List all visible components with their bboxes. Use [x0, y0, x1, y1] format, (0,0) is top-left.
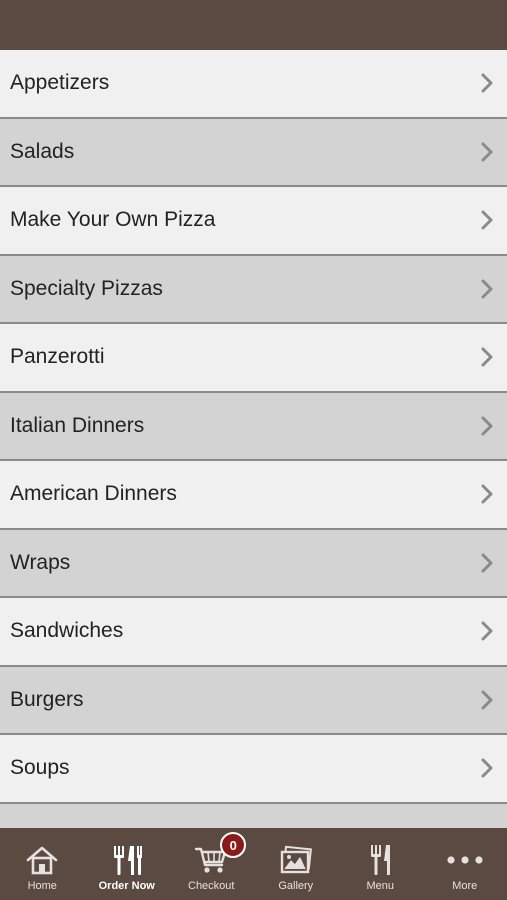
chevron-right-icon	[481, 484, 493, 504]
tab-label: Checkout	[188, 880, 235, 892]
menu-item-partial[interactable]	[0, 803, 507, 828]
menu-item-wraps[interactable]: Wraps	[0, 529, 507, 598]
menu-item-sandwiches[interactable]: Sandwiches	[0, 598, 507, 667]
utensils-icon	[107, 842, 147, 878]
menu-item-label: Italian Dinners	[10, 413, 145, 437]
menu-item-appetizers[interactable]: Appetizers	[0, 50, 507, 119]
cart-count-badge: 0	[220, 832, 247, 858]
menu-item-make-your-own-pizza[interactable]: Make Your Own Pizza	[0, 187, 507, 256]
tab-label: Gallery	[278, 880, 314, 892]
menu-item-label: Make Your Own Pizza	[10, 208, 216, 232]
chevron-right-icon	[481, 347, 493, 367]
chevron-right-icon	[481, 416, 493, 436]
menu-item-italian-dinners[interactable]: Italian Dinners	[0, 392, 507, 461]
home-icon	[22, 842, 62, 878]
tab-menu[interactable]: Menu	[338, 828, 423, 900]
menu-item-label: Burgers	[10, 687, 84, 711]
menu-item-label: Wraps	[10, 550, 71, 574]
tab-more[interactable]: More	[423, 828, 507, 900]
tab-label: More	[452, 880, 478, 892]
tab-checkout[interactable]: 0 Checkout	[169, 828, 254, 900]
more-dots-icon	[445, 842, 485, 878]
menu-item-soups[interactable]: Soups	[0, 735, 507, 804]
chevron-right-icon	[481, 279, 493, 299]
menu-item-burgers[interactable]: Burgers	[0, 666, 507, 735]
menu-category-list[interactable]: Appetizers Salads Make Your Own Pizza Sp…	[0, 50, 507, 828]
tab-label: Menu	[366, 880, 395, 892]
menu-item-label: Appetizers	[10, 71, 110, 95]
tab-gallery[interactable]: Gallery	[254, 828, 339, 900]
menu-item-label: Specialty Pizzas	[10, 276, 163, 300]
gallery-icon	[276, 842, 316, 878]
menu-item-label: American Dinners	[10, 482, 177, 506]
menu-item-salads[interactable]: Salads	[0, 118, 507, 187]
tab-label: Order Now	[98, 880, 155, 892]
menu-item-label: Panzerotti	[10, 345, 105, 369]
tab-home[interactable]: Home	[0, 828, 85, 900]
menu-item-american-dinners[interactable]: American Dinners	[0, 461, 507, 530]
tab-label: Home	[27, 880, 57, 892]
fork-knife-icon	[360, 842, 400, 878]
menu-item-panzerotti[interactable]: Panzerotti	[0, 324, 507, 393]
chevron-right-icon	[481, 142, 493, 162]
chevron-right-icon	[481, 758, 493, 778]
tab-order-now[interactable]: Order Now	[85, 828, 170, 900]
chevron-right-icon	[481, 210, 493, 230]
chevron-right-icon	[481, 690, 493, 710]
menu-item-label: Sandwiches	[10, 619, 124, 643]
chevron-right-icon	[481, 621, 493, 641]
menu-item-label: Soups	[10, 756, 70, 780]
chevron-right-icon	[481, 553, 493, 573]
app-root: Appetizers Salads Make Your Own Pizza Sp…	[0, 0, 507, 900]
menu-item-label: Salads	[10, 139, 75, 163]
top-header-bar	[0, 0, 507, 50]
menu-item-specialty-pizzas[interactable]: Specialty Pizzas	[0, 255, 507, 324]
chevron-right-icon	[481, 73, 493, 93]
bottom-tab-bar: Home Order Now 0 Checkout Gallery Menu M…	[0, 828, 507, 900]
